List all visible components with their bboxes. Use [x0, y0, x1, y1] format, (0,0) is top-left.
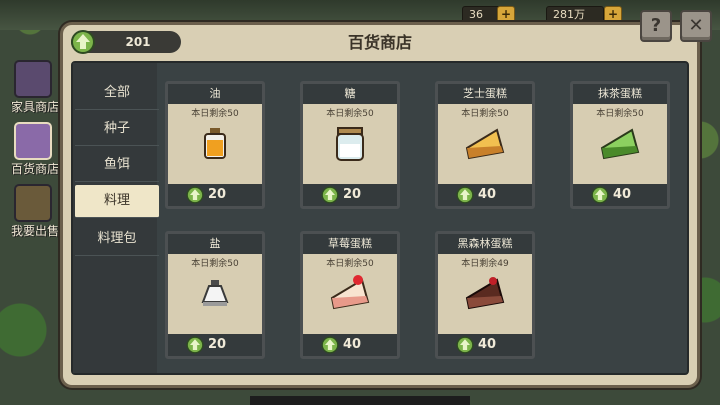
shop-item-card[interactable]: 糖 本日剩余50 20	[300, 81, 400, 209]
item-price: 20	[208, 337, 227, 352]
item-name: 油	[168, 84, 262, 104]
buy-price-button[interactable]: 40	[438, 184, 532, 206]
category-seeds[interactable]: 种子	[75, 113, 159, 146]
category-bait[interactable]: 鱼饵	[75, 149, 159, 182]
shop-dialog: 201 百货商店 全部 种子 鱼饵 料理 料理包 油 本日剩余50 20 糖 本…	[60, 22, 700, 388]
shop-item-card[interactable]: 抹茶蛋糕 本日剩余50 40	[570, 81, 670, 209]
side-tab-label: 我要出售	[10, 224, 59, 238]
side-tab-label: 百货商店	[10, 162, 59, 176]
sell-quill-icon	[14, 184, 52, 222]
shop-item-card[interactable]: 草莓蛋糕 本日剩余50 40	[300, 231, 400, 359]
help-button[interactable]: ?	[640, 10, 672, 42]
wardrobe-icon	[14, 60, 52, 98]
green-coin-icon	[186, 336, 204, 354]
currency-a-value: 36	[469, 8, 483, 21]
item-stock: 本日剩余50	[326, 109, 374, 119]
black-forest-cake-icon	[465, 277, 505, 310]
bottom-status-strip	[250, 396, 470, 405]
buy-price-button[interactable]: 40	[438, 334, 532, 356]
green-coin-icon	[456, 186, 474, 204]
category-list: 全部 种子 鱼饵 料理 料理包	[73, 63, 159, 373]
oil-bottle-icon	[204, 128, 226, 159]
item-name: 盐	[168, 234, 262, 254]
item-stock: 本日剩余50	[326, 259, 374, 269]
cheesecake-icon	[465, 128, 505, 160]
green-coin-icon	[321, 186, 339, 204]
item-stock: 本日剩余50	[191, 109, 239, 119]
item-price: 20	[208, 187, 227, 202]
item-name: 黑森林蛋糕	[438, 234, 532, 254]
buy-price-button[interactable]: 20	[168, 334, 262, 356]
item-price: 40	[343, 337, 362, 352]
shop-content: 全部 种子 鱼饵 料理 料理包 油 本日剩余50 20 糖 本日剩余50 20 …	[71, 61, 689, 375]
strawberry-cake-icon	[330, 275, 370, 310]
green-coin-icon	[456, 336, 474, 354]
side-tab-general-store[interactable]: 百货商店	[6, 120, 62, 178]
side-tab-label: 家具商店	[10, 100, 59, 114]
green-coin-icon	[186, 186, 204, 204]
item-stock: 本日剩余50	[461, 109, 509, 119]
shop-item-card[interactable]: 芝士蛋糕 本日剩余50 40	[435, 81, 535, 209]
buy-price-button[interactable]: 40	[303, 334, 397, 356]
item-name: 草莓蛋糕	[303, 234, 397, 254]
item-price: 40	[478, 187, 497, 202]
item-price: 40	[613, 187, 632, 202]
buy-price-button[interactable]: 20	[303, 184, 397, 206]
green-coin-icon	[591, 186, 609, 204]
side-tab-furniture-shop[interactable]: 家具商店	[6, 58, 62, 116]
item-name: 芝士蛋糕	[438, 84, 532, 104]
item-stock: 本日剩余50	[596, 109, 644, 119]
category-all[interactable]: 全部	[75, 77, 159, 110]
item-price: 40	[478, 337, 497, 352]
side-tab-bar: 家具商店 百货商店 我要出售	[6, 58, 64, 244]
currency-b-value: 281万	[553, 8, 585, 21]
side-tab-sell[interactable]: 我要出售	[6, 182, 62, 240]
close-icon: ✕	[688, 15, 704, 36]
item-stock: 本日剩余50	[191, 259, 239, 269]
category-cooking-pack[interactable]: 料理包	[75, 223, 159, 256]
item-stock: 本日剩余49	[461, 259, 509, 269]
shop-item-card[interactable]: 黑森林蛋糕 本日剩余49 40	[435, 231, 535, 359]
chest-icon	[14, 122, 52, 160]
close-button[interactable]: ✕	[680, 10, 712, 42]
sugar-jar-icon	[336, 127, 364, 161]
category-cooking[interactable]: 料理	[75, 185, 159, 218]
help-icon: ?	[650, 15, 662, 36]
green-coin-icon	[321, 336, 339, 354]
item-name: 抹茶蛋糕	[573, 84, 667, 104]
item-price: 20	[343, 187, 362, 202]
salt-shaker-icon	[201, 280, 229, 306]
dialog-title: 百货商店	[347, 33, 412, 52]
buy-price-button[interactable]: 40	[573, 184, 667, 206]
shop-item-card[interactable]: 油 本日剩余50 20	[165, 81, 265, 209]
item-name: 糖	[303, 84, 397, 104]
buy-price-button[interactable]: 20	[168, 184, 262, 206]
matcha-cake-icon	[600, 128, 640, 160]
shop-item-card[interactable]: 盐 本日剩余50 20	[165, 231, 265, 359]
